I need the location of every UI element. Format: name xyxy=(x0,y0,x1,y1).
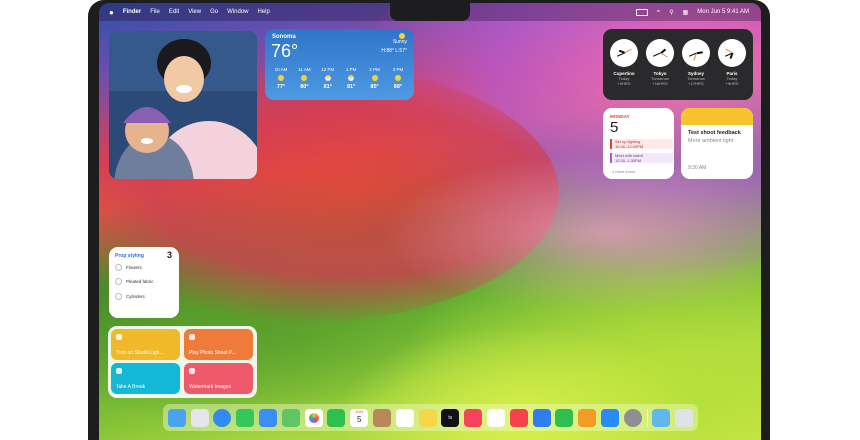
facetime-icon[interactable] xyxy=(327,408,346,427)
shortcut-photo-shoot-playlist[interactable]: Play Photo Shoot P... xyxy=(184,329,253,360)
partly-cloudy-icon xyxy=(348,75,355,81)
menu-window[interactable]: Window xyxy=(227,9,248,15)
photos-icon[interactable] xyxy=(304,408,323,427)
lightbulb-icon xyxy=(116,334,122,340)
weather-hour: 3 PM 88° xyxy=(392,67,404,90)
calendar-event[interactable]: Set up lighting 10:30–12:00PM xyxy=(610,139,673,149)
camera-notch xyxy=(390,3,470,21)
weather-current-temp: 76° xyxy=(271,41,299,61)
dock-separator xyxy=(646,408,648,427)
sun-icon xyxy=(278,75,284,81)
reminder-item[interactable]: Flowers xyxy=(115,264,142,271)
shortcut-studio-lights[interactable]: Turn on Studio Ligh... xyxy=(111,329,180,360)
checkbox-icon xyxy=(115,264,122,271)
control-center-icon[interactable]: ▦ xyxy=(683,9,689,16)
weather-hourly: 10 AM 77° 11 AM 80° 12 PM 81° 1 PM 81° 2 PM 8… xyxy=(270,67,409,90)
note-time: 9:30 AM xyxy=(688,165,707,171)
app-store-icon[interactable] xyxy=(600,408,619,427)
menu-finder[interactable]: Finder xyxy=(123,9,141,15)
tv-icon[interactable]: tv xyxy=(441,408,460,427)
spotlight-search-icon[interactable]: ⚲ xyxy=(669,9,673,16)
calendar-event[interactable]: Meet with talent 12:30–1:30PM xyxy=(610,153,673,163)
family-photo xyxy=(109,31,257,179)
weather-city: Sonoma xyxy=(272,34,296,40)
pages-icon[interactable] xyxy=(578,408,597,427)
reminders-icon[interactable] xyxy=(395,408,414,427)
calendar-more-events: 1 more event xyxy=(612,169,636,174)
menu-file[interactable]: File xyxy=(150,9,160,15)
weather-hour: 10 AM 77° xyxy=(274,67,288,90)
messages-icon[interactable] xyxy=(236,408,255,427)
weather-hi-lo: H:88° L:57° xyxy=(381,48,407,54)
music-icon[interactable] xyxy=(464,408,483,427)
weather-hour: 2 PM 85° xyxy=(369,67,380,90)
reminders-widget[interactable]: Prop styling 3 Flowers Pleated fabric Cy… xyxy=(109,247,179,318)
weather-widget[interactable]: Sonoma 76° Sunny H:88° L:57° 10 AM 77° 11… xyxy=(265,29,414,100)
system-settings-icon[interactable] xyxy=(623,408,642,427)
shortcut-take-a-break[interactable]: Take A Break xyxy=(111,363,180,394)
menu-edit[interactable]: Edit xyxy=(169,9,179,15)
weather-hour: 1 PM 81° xyxy=(345,67,357,90)
safari-icon[interactable] xyxy=(213,408,232,427)
notes-header-bar xyxy=(681,108,753,125)
calendar-date: 5 xyxy=(610,119,619,136)
shortcuts-widget: Turn on Studio Ligh... Play Photo Shoot … xyxy=(108,326,257,398)
clock-sydney: Sydney Tomorrow +17HRS xyxy=(679,39,713,86)
notes-widget[interactable]: Test shoot feedback More ambient light 9… xyxy=(681,108,753,179)
contacts-icon[interactable] xyxy=(372,408,391,427)
battery-icon[interactable] xyxy=(635,8,648,16)
sun-icon xyxy=(371,75,378,81)
reminders-count: 3 xyxy=(166,250,172,260)
note-subtitle: More ambient light xyxy=(688,138,734,144)
calendar-icon[interactable]: JUN 5 xyxy=(350,408,369,427)
clock-face-icon xyxy=(646,39,674,67)
weather-hour: 11 AM 80° xyxy=(298,67,311,90)
shortcut-watermark-images[interactable]: Watermark Images xyxy=(184,363,253,394)
numbers-icon[interactable] xyxy=(555,408,574,427)
menu-go[interactable]: Go xyxy=(210,9,218,15)
menu-view[interactable]: View xyxy=(188,9,201,15)
music-note-icon xyxy=(189,334,195,340)
keynote-icon[interactable] xyxy=(532,408,551,427)
sun-icon xyxy=(394,75,401,81)
sun-icon xyxy=(301,75,308,81)
world-clock-widget[interactable]: Cupertino Today +0HRS Tokyo Tomorrow +16HRS … xyxy=(603,29,753,100)
apple-menu-icon[interactable]: ● xyxy=(109,8,114,17)
dock: JUN 5 tv xyxy=(163,404,698,431)
maps-icon[interactable] xyxy=(281,408,300,427)
clock-face-icon xyxy=(682,39,710,67)
weather-hour: 12 PM 81° xyxy=(321,67,335,90)
freeform-icon[interactable] xyxy=(486,408,505,427)
reminders-list-title: Prop styling xyxy=(115,253,144,259)
reminder-item[interactable]: Pleated fabric xyxy=(115,278,154,285)
trash-icon[interactable] xyxy=(675,408,694,427)
weather-condition: Sunny xyxy=(392,39,407,45)
clock-paris: Paris Today +9HRS xyxy=(715,39,749,86)
checkbox-icon xyxy=(115,278,122,285)
image-icon xyxy=(189,368,195,374)
menu-clock[interactable]: Mon Jun 5 9:41 AM xyxy=(697,9,749,15)
news-icon[interactable] xyxy=(509,408,528,427)
menu-help[interactable]: Help xyxy=(257,9,269,15)
reminder-item[interactable]: Cylinders xyxy=(115,293,145,300)
launchpad-icon[interactable] xyxy=(190,408,209,427)
downloads-folder-icon[interactable] xyxy=(652,408,671,427)
notes-icon[interactable] xyxy=(418,408,437,427)
partly-cloudy-icon xyxy=(324,75,331,81)
calendar-widget[interactable]: MONDAY 5 Set up lighting 10:30–12:00PM Me… xyxy=(603,108,674,179)
clock-face-icon xyxy=(718,39,746,67)
clock-face-icon xyxy=(610,39,638,67)
timer-icon xyxy=(116,368,122,374)
clock-cupertino: Cupertino Today +0HRS xyxy=(607,39,641,86)
clock-tokyo: Tokyo Tomorrow +16HRS xyxy=(643,39,677,86)
mail-icon[interactable] xyxy=(258,408,277,427)
photos-widget[interactable] xyxy=(109,31,257,179)
checkbox-icon xyxy=(115,293,122,300)
wifi-icon[interactable]: ≈ xyxy=(657,9,660,15)
note-title: Test shoot feedback xyxy=(688,130,741,136)
finder-icon[interactable] xyxy=(167,408,186,427)
